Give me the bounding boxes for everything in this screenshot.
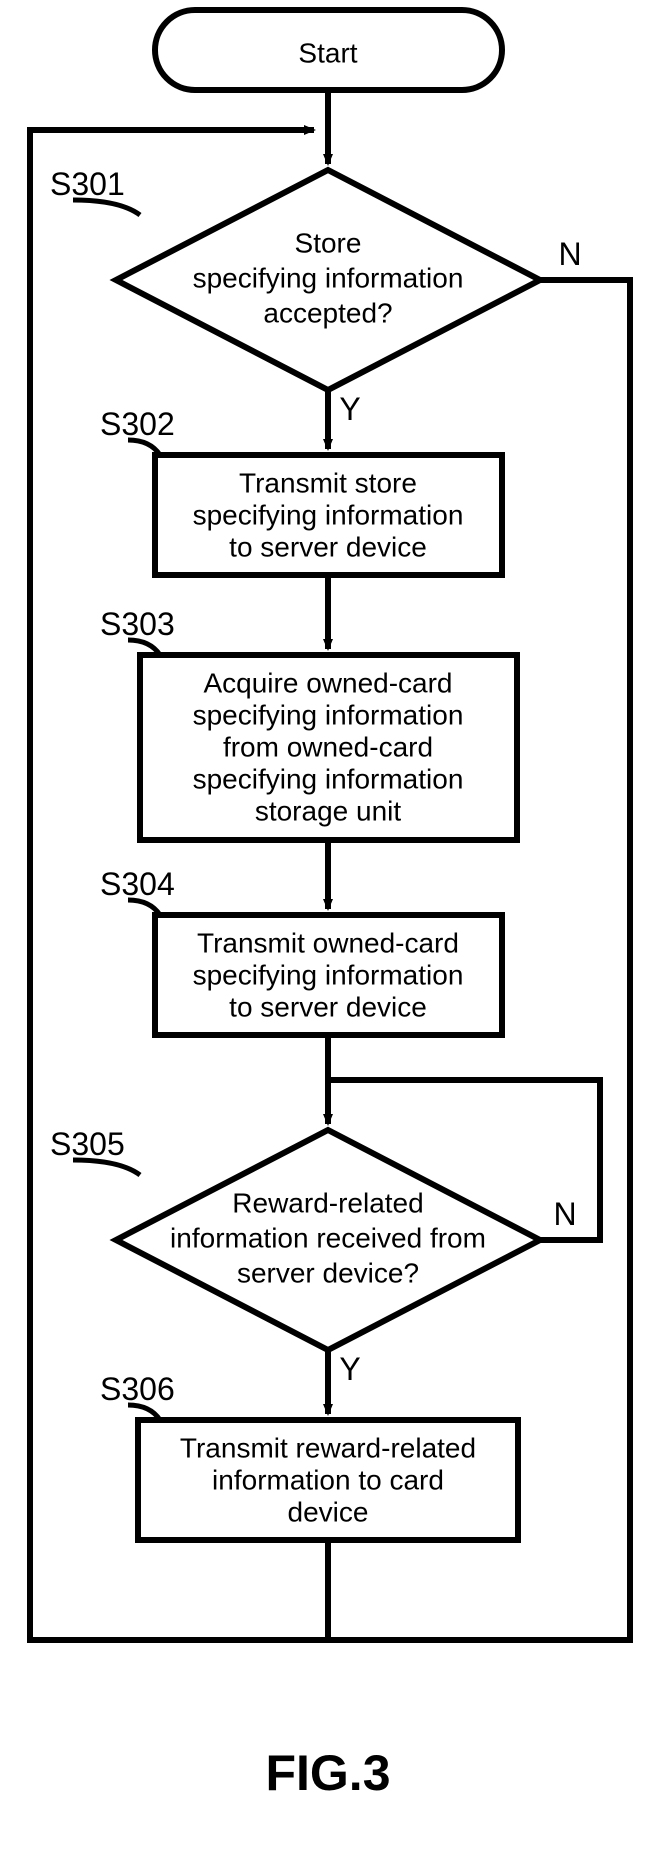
s305-no: N (553, 1196, 576, 1232)
s302-leader (128, 440, 160, 455)
process-s306: Transmit reward-related information to c… (138, 1420, 518, 1540)
s305-yes: Y (339, 1351, 360, 1387)
s305-label: S305 (50, 1126, 125, 1162)
s301-line2: specifying information (193, 262, 464, 293)
s306-line2: information to card (212, 1464, 444, 1495)
s302-line2: specifying information (193, 499, 464, 530)
s303-line1: Acquire owned-card (203, 667, 452, 698)
s301-yes: Y (339, 391, 360, 427)
process-s302: Transmit store specifying information to… (155, 455, 502, 575)
process-s303: Acquire owned-card specifying informatio… (140, 655, 517, 840)
s304-label: S304 (100, 866, 175, 902)
s302-line1: Transmit store (239, 467, 417, 498)
s306-line3: device (288, 1496, 369, 1527)
s305-leader (73, 1160, 140, 1175)
s301-label: S301 (50, 166, 125, 202)
s305-line2: information received from (170, 1222, 486, 1253)
s302-line3: to server device (229, 531, 427, 562)
s306-line1: Transmit reward-related (180, 1432, 476, 1463)
s303-label: S303 (100, 606, 175, 642)
s303-line5: storage unit (255, 795, 402, 826)
figure-caption: FIG.3 (265, 1745, 390, 1801)
s306-label: S306 (100, 1371, 175, 1407)
s304-leader (128, 900, 160, 915)
decision-s305: Reward-related information received from… (116, 1130, 540, 1350)
s304-line3: to server device (229, 991, 427, 1022)
start-label: Start (298, 37, 357, 68)
s303-line3: from owned-card (223, 731, 433, 762)
s301-no: N (558, 236, 581, 272)
process-s304: Transmit owned-card specifying informati… (155, 915, 502, 1035)
start-terminator: Start (155, 10, 502, 90)
s301-line3: accepted? (263, 297, 392, 328)
s301-leader (73, 200, 140, 215)
decision-s301: Store specifying information accepted? (116, 170, 540, 390)
flowchart: Start Store specifying information accep… (0, 0, 657, 1869)
s301-line1: Store (295, 227, 362, 258)
s303-line2: specifying information (193, 699, 464, 730)
s303-line4: specifying information (193, 763, 464, 794)
s304-line1: Transmit owned-card (197, 927, 459, 958)
s305-line3: server device? (237, 1257, 419, 1288)
s302-label: S302 (100, 406, 175, 442)
s305-line1: Reward-related (232, 1187, 423, 1218)
s304-line2: specifying information (193, 959, 464, 990)
